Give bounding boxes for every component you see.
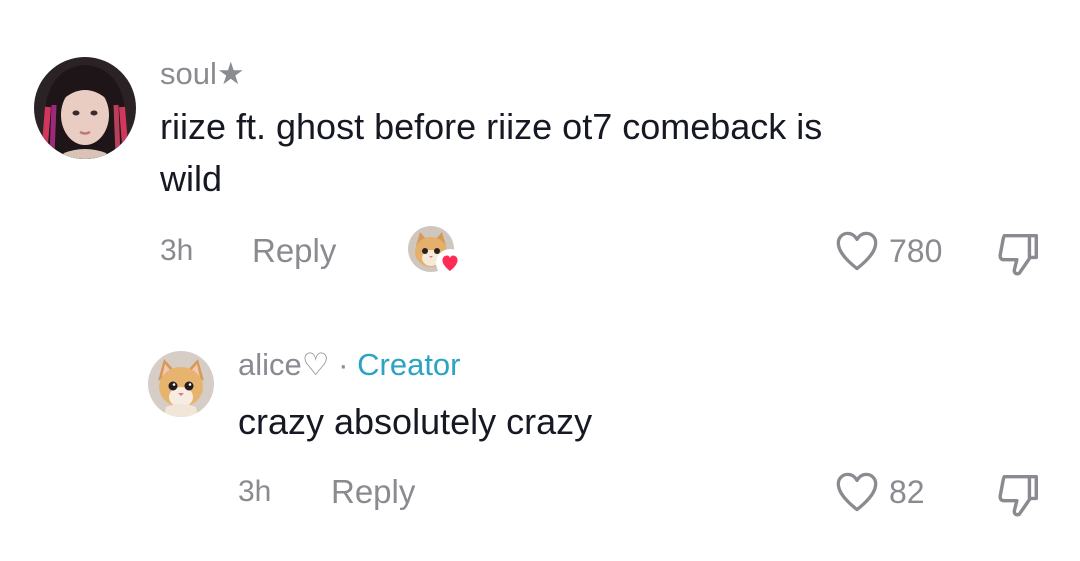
avatar[interactable] [34,57,136,159]
comment-time: 3h [160,234,194,267]
comment-text-line: wild [160,158,223,199]
reply-time: 3h [238,475,272,508]
dislike-icon[interactable] [995,230,1041,278]
reply-button[interactable]: Reply [252,234,336,267]
comment-thread: soul★ riize ft. ghost before riize ot7 c… [0,0,1080,561]
creator-badge: Creator [357,347,461,382]
comment-text-line: riize ft. ghost before riize ot7 comebac… [160,106,823,147]
comment-text: riize ft. ghost before riize ot7 comebac… [160,101,1020,205]
separator: · [338,347,349,382]
user-avatar-image [34,57,136,159]
reply-username[interactable]: alice♡ [238,347,330,382]
reply-username-row: alice♡ · Creator [238,349,461,380]
heart-icon[interactable] [835,471,879,513]
like-count: 82 [889,474,925,510]
dislike-icon[interactable] [995,471,1041,519]
heart-icon[interactable] [835,230,879,272]
avatar[interactable] [148,351,214,417]
cat-avatar-image [148,351,214,417]
reply-text: crazy absolutely crazy [238,401,593,442]
heart-badge-icon [436,249,464,277]
like-count: 780 [889,233,943,269]
comment-username[interactable]: soul★ [160,58,245,89]
liked-by-creator-indicator [408,226,470,277]
reply-button[interactable]: Reply [331,475,415,508]
